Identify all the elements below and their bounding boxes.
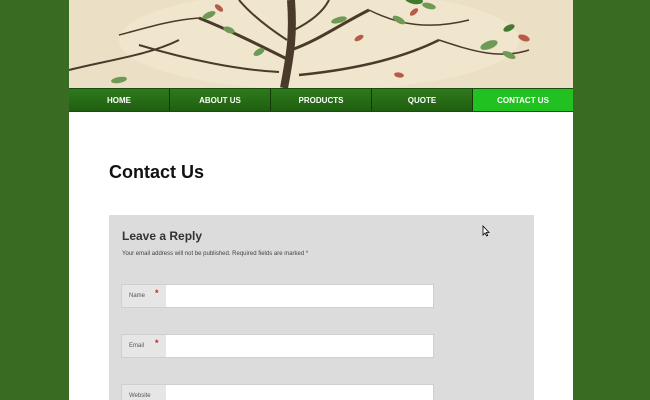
reply-heading: Leave a Reply: [122, 229, 203, 243]
bonsai-tree-photo: [69, 0, 573, 88]
email-label: Email: [122, 335, 166, 357]
website-input[interactable]: [167, 386, 431, 400]
nav-item-about-us[interactable]: ABOUT US: [170, 89, 271, 111]
name-label: Name: [122, 285, 166, 307]
email-field: Email *: [121, 334, 434, 358]
page-title: Contact Us: [109, 162, 205, 182]
mouse-pointer-icon: [482, 224, 490, 242]
website-label: Website: [122, 385, 166, 400]
required-fields-note: Your email address will not be published…: [122, 251, 309, 257]
name-field: Name *: [121, 284, 434, 308]
name-input[interactable]: [167, 286, 431, 306]
website-field: Website: [121, 384, 434, 400]
page-container: HOME ABOUT US PRODUCTS QUOTE CONTACT US …: [69, 0, 573, 400]
nav-item-home[interactable]: HOME: [69, 89, 170, 111]
page-scrollbar[interactable]: [642, 0, 650, 400]
nav-item-products[interactable]: PRODUCTS: [271, 89, 372, 111]
nav-item-quote[interactable]: QUOTE: [372, 89, 473, 111]
header-banner-image: [69, 0, 573, 88]
email-input[interactable]: [167, 336, 431, 356]
nav-item-contact-us[interactable]: CONTACT US: [473, 89, 573, 111]
comment-form: Leave a Reply Your email address will no…: [109, 215, 534, 400]
required-marker: *: [155, 288, 159, 298]
required-marker: *: [155, 338, 159, 348]
main-navigation: HOME ABOUT US PRODUCTS QUOTE CONTACT US: [69, 88, 573, 112]
